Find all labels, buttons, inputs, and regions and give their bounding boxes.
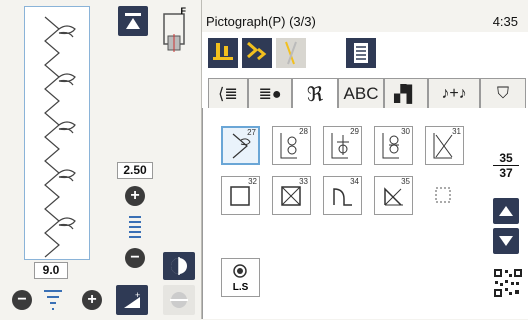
pattern-number: 27 xyxy=(247,128,256,137)
twin-needle-icon xyxy=(285,41,297,65)
memory-button[interactable] xyxy=(346,38,376,68)
length-indicator-icon xyxy=(42,287,64,315)
scroll-down-button[interactable] xyxy=(493,228,519,254)
qr-code[interactable] xyxy=(493,268,523,298)
tab-satin[interactable]: ▞▌ xyxy=(384,78,428,108)
pattern-combine-button[interactable] xyxy=(242,38,272,68)
satin-stitch-icon: ▞▌ xyxy=(394,85,418,103)
pattern-35[interactable]: 35 xyxy=(374,176,413,215)
pattern-31[interactable]: 31 xyxy=(425,126,464,165)
pattern-number: 32 xyxy=(248,177,257,186)
scroll-up-button[interactable] xyxy=(493,198,519,224)
cross-stitch-icon: ♪+♪ xyxy=(441,84,467,102)
right-panel: Pictograph(P) (3/3) 4:35 ⟨≣ ≣● ℜ ABC ▞▌ … xyxy=(202,0,528,319)
ls-label: L.S xyxy=(232,282,249,293)
mirror-icon xyxy=(171,257,187,275)
tab-cross[interactable]: ♪+♪ xyxy=(428,78,480,108)
tab-utility[interactable]: ⟨≣ xyxy=(208,78,248,108)
flip-icon xyxy=(170,292,188,308)
tshirt-icon: ⛉ xyxy=(496,84,509,102)
length-decrease-button[interactable]: − xyxy=(12,290,32,310)
needle-position-button[interactable] xyxy=(118,6,148,36)
tab-decorative[interactable]: ℜ xyxy=(292,78,338,109)
arrow-up-icon xyxy=(499,206,513,216)
auto-reverse-button[interactable]: + xyxy=(116,285,148,315)
screen-title: Pictograph(P) (3/3) xyxy=(206,14,316,29)
tab-abc-label: ABC xyxy=(343,83,379,103)
clock: 4:35 xyxy=(492,14,518,29)
page-indicator: 35 37 xyxy=(493,151,519,180)
pattern-27[interactable]: 27 xyxy=(221,126,260,165)
pattern-number: 29 xyxy=(350,127,359,136)
empty-pattern-icon xyxy=(435,187,451,203)
width-increase-button[interactable]: + xyxy=(125,186,145,206)
page-current: 35 xyxy=(493,151,519,166)
twin-needle-button[interactable] xyxy=(276,38,306,68)
pattern-number: 28 xyxy=(299,127,308,136)
pattern-number: 34 xyxy=(350,177,359,186)
needle-up-icon xyxy=(125,13,141,29)
combine-arrows-icon xyxy=(247,41,267,61)
pattern-28[interactable]: 28 xyxy=(272,126,311,165)
pattern-32[interactable]: 32 xyxy=(221,176,260,215)
stitch-preview xyxy=(24,6,90,260)
stitch-length-value: 9.0 xyxy=(34,262,68,279)
reverse-stitch-icon: + xyxy=(124,290,140,308)
presser-foot-lift-button[interactable] xyxy=(208,38,238,68)
presser-foot-label: F xyxy=(180,6,187,16)
mirror-image-button[interactable] xyxy=(163,252,195,280)
tab-bead[interactable]: ≣● xyxy=(248,78,292,108)
pattern-number: 30 xyxy=(401,127,410,136)
pattern-empty[interactable] xyxy=(425,176,464,215)
width-decrease-button[interactable]: − xyxy=(125,248,145,268)
left-panel: F 2.50 + − 9.0 − + + xyxy=(0,0,202,319)
length-increase-button[interactable]: + xyxy=(82,290,102,310)
pattern-29[interactable]: 29 xyxy=(323,126,362,165)
qr-code-icon xyxy=(493,268,523,298)
bead-stitch-icon: ≣● xyxy=(258,85,282,103)
decorative-stitch-icon: ℜ xyxy=(306,83,324,106)
title-bar: Pictograph(P) (3/3) 4:35 xyxy=(202,0,528,32)
width-indicator-icon xyxy=(125,213,145,243)
single-stitch-icon xyxy=(233,264,247,278)
category-tabs: ⟨≣ ≣● ℜ ABC ▞▌ ♪+♪ ⛉ xyxy=(208,78,526,109)
presser-foot-indicator: F xyxy=(158,6,190,56)
pattern-number: 31 xyxy=(452,127,461,136)
stitch-width-value: 2.50 xyxy=(117,162,153,179)
pattern-34[interactable]: 34 xyxy=(323,176,362,215)
pattern-number: 35 xyxy=(401,177,410,186)
foot-up-icon xyxy=(213,43,233,60)
arrow-down-icon xyxy=(499,236,513,246)
pattern-30[interactable]: 30 xyxy=(374,126,413,165)
pattern-33[interactable]: 33 xyxy=(272,176,311,215)
tab-garment[interactable]: ⛉ xyxy=(480,78,526,108)
pattern-grid: 27 28 29 30 31 32 33 34 35 L.S 35 37 xyxy=(202,108,528,319)
pattern-number: 33 xyxy=(299,177,308,186)
document-icon xyxy=(354,43,368,63)
page-total: 37 xyxy=(499,166,513,180)
svg-text:+: + xyxy=(135,290,140,300)
utility-stitch-icon: ⟨≣ xyxy=(218,85,238,103)
flip-button[interactable] xyxy=(163,285,195,315)
ls-button[interactable]: L.S xyxy=(221,258,260,297)
tab-abc[interactable]: ABC xyxy=(338,78,384,108)
